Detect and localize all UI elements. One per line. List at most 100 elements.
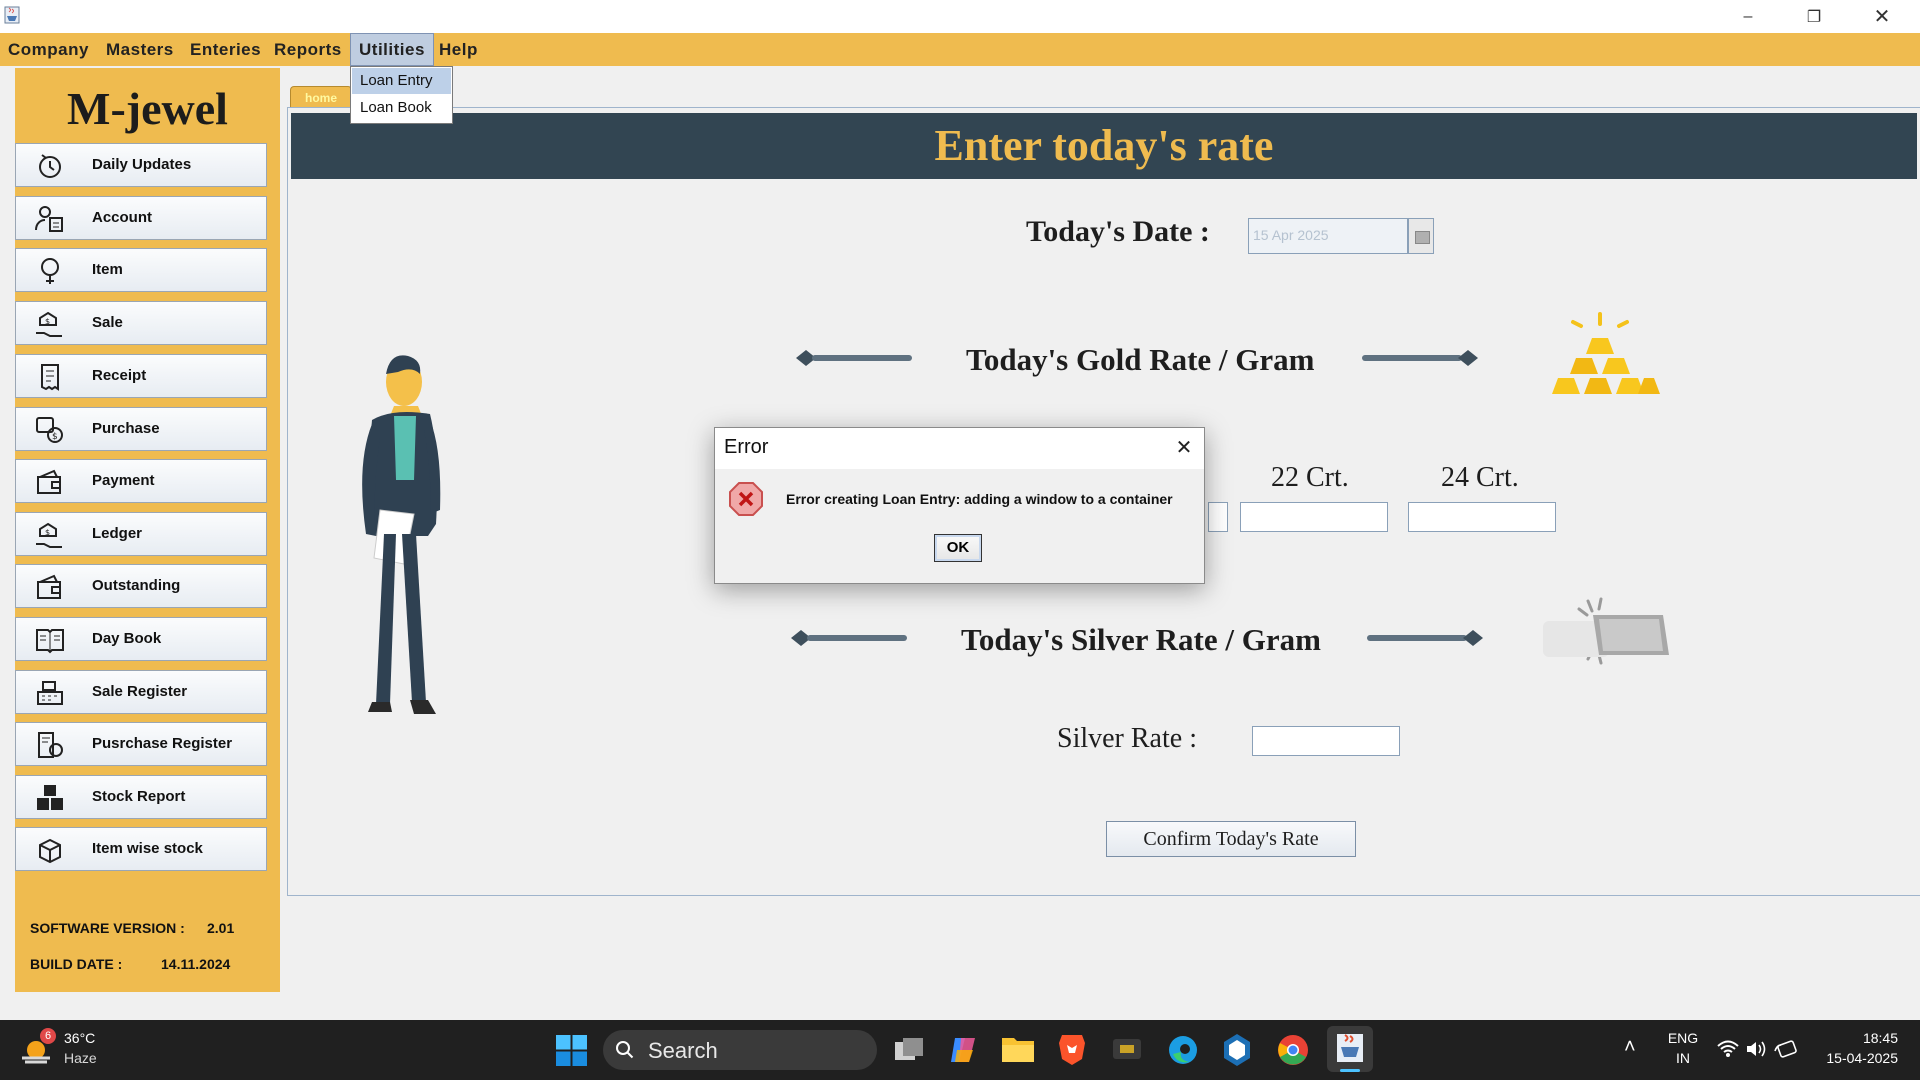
sidebar-item-label: Pusrchase Register [92,735,233,752]
sidebar-item-payment[interactable]: Payment [15,459,267,503]
sidebar-item-stock-report[interactable]: Stock Report [15,775,267,819]
sidebar-item-label: Sale Register [92,683,188,700]
software-version-value: 2.01 [207,920,235,936]
calendar-icon [1415,231,1430,244]
right-arrow-icon [1367,630,1483,646]
sidebar-item-sale[interactable]: $ Sale [15,301,267,345]
taskbar-time[interactable]: 18:45 [1838,1030,1898,1046]
ledger-icon: $ [36,522,62,548]
ok-button[interactable]: OK [934,534,982,562]
tab-home[interactable]: home [290,86,352,109]
businessman-illustration [362,355,441,714]
book-icon [36,629,64,654]
sidebar-item-day-book[interactable]: Day Book [15,617,267,661]
windows-start-icon[interactable] [556,1035,587,1066]
sidebar-item-ledger[interactable]: $ Ledger [15,512,267,556]
right-arrow-icon [1362,350,1478,366]
carat-18-input[interactable] [1208,502,1228,532]
sidebar-item-sale-register[interactable]: Sale Register [15,670,267,714]
menu-item-loan-book[interactable]: Loan Book [352,95,451,121]
date-label: Today's Date : [1026,215,1210,248]
purchase-icon: $ [36,417,63,443]
menu-utilities[interactable]: Utilities [350,33,434,66]
sidebar-item-purchase[interactable]: $ Purchase [15,407,267,451]
brave-browser-icon[interactable] [1058,1033,1086,1066]
wallet-icon [37,574,61,599]
sidebar-item-item-wise-stock[interactable]: Item wise stock [15,827,267,871]
page-title: Enter today's rate [934,121,1274,170]
sidebar-item-label: Sale [92,314,123,331]
carat-22-label: 22 Crt. [1271,462,1349,493]
java-app-taskbar-button[interactable] [1327,1026,1373,1072]
lang-line1[interactable]: ENG [1665,1030,1701,1046]
chrome-browser-icon[interactable] [1277,1034,1309,1066]
date-field[interactable]: 15 Apr 2025 [1248,218,1408,254]
sidebar-item-daily-updates[interactable]: Daily Updates [15,143,267,187]
weather-desc: Haze [64,1050,97,1066]
weather-widget[interactable]: 6 [20,1028,60,1068]
svg-text:$: $ [52,432,58,442]
sale-icon: $ [36,311,62,337]
taskbar-date[interactable]: 15-04-2025 [1808,1050,1898,1066]
carat-22-input[interactable] [1240,502,1388,532]
sidebar-item-label: Purchase [92,420,160,437]
account-icon [35,206,63,232]
copilot-icon[interactable] [947,1034,979,1066]
utilities-dropdown: Loan Entry Loan Book [350,66,453,124]
receipt-icon [41,364,59,391]
sidebar-item-label: Item [92,261,123,278]
panel-header: Enter today's rate [291,113,1917,179]
gold-rate-heading: Today's Gold Rate / Gram [966,342,1315,377]
wallet-icon [37,469,61,494]
menu-reports[interactable]: Reports [266,33,350,66]
sidebar-item-purchase-register[interactable]: Pusrchase Register [15,722,267,766]
virtualbox-icon[interactable] [1222,1033,1252,1067]
carat-24-label: 24 Crt. [1441,462,1519,493]
menu-company[interactable]: Company [0,33,97,66]
menu-masters[interactable]: Masters [98,33,182,66]
error-icon [729,482,763,516]
sidebar-item-item[interactable]: Item [15,248,267,292]
java-app-icon [4,6,20,24]
silver-rate-input[interactable] [1252,726,1400,756]
lang-line2[interactable]: IN [1665,1050,1701,1066]
boxes-icon [37,785,63,810]
task-view-icon[interactable] [893,1034,925,1066]
gaming-app-icon[interactable] [1112,1036,1142,1062]
dialog-title-bar: Error ✕ [715,428,1204,469]
sidebar-item-label: Item wise stock [92,840,203,857]
purchase-register-icon [38,732,63,758]
file-explorer-icon[interactable] [1001,1034,1035,1064]
dialog-close-icon[interactable]: ✕ [1170,434,1198,462]
minimize-button[interactable]: – [1725,0,1771,33]
error-message: Error creating Loan Entry: adding a wind… [786,491,1173,507]
taskbar: 6 36°C Haze Search ˄ ENG IN 18:45 15-04-… [0,1020,1920,1080]
restore-button[interactable]: ❐ [1791,0,1837,33]
wifi-icon[interactable] [1717,1040,1739,1058]
menu-item-loan-entry[interactable]: Loan Entry [352,68,451,94]
left-arrow-icon [796,350,912,366]
menu-help[interactable]: Help [431,33,486,66]
gold-bars-icon [1552,312,1660,394]
chevron-up-icon[interactable]: ˄ [1624,1036,1636,1059]
carat-24-input[interactable] [1408,502,1556,532]
taskbar-search[interactable]: Search [603,1030,877,1070]
confirm-rate-button[interactable]: Confirm Today's Rate [1106,821,1356,857]
sidebar-item-outstanding[interactable]: Outstanding [15,564,267,608]
sidebar-item-account[interactable]: Account [15,196,267,240]
edge-browser-icon[interactable] [1167,1034,1199,1066]
battery-icon[interactable] [1773,1039,1797,1059]
item-icon [41,258,59,284]
weather-badge: 6 [40,1028,56,1044]
silver-bar-icon [1543,597,1669,665]
menu-enteries[interactable]: Enteries [182,33,269,66]
calendar-button[interactable] [1408,218,1434,254]
silver-rate-label: Silver Rate : [1057,723,1197,754]
search-icon [616,1041,634,1059]
volume-icon[interactable] [1745,1039,1767,1059]
sidebar-item-label: Ledger [92,525,143,542]
close-window-button[interactable]: ✕ [1859,0,1905,33]
dialog-title: Error [724,436,769,458]
sidebar-item-receipt[interactable]: Receipt [15,354,267,398]
left-arrow-icon [791,630,907,646]
